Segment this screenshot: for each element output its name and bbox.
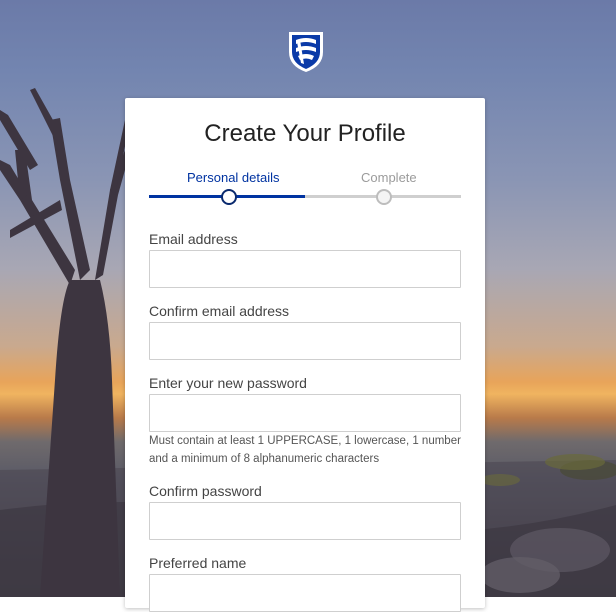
- new-password-label: Enter your new password: [149, 375, 307, 391]
- shield-logo-icon: [289, 32, 323, 72]
- preferred-name-label: Preferred name: [149, 555, 247, 571]
- create-profile-card: Create Your Profile Personal details Com…: [125, 98, 485, 612]
- preferred-name-input[interactable]: [149, 574, 461, 612]
- password-hint: Must contain at least 1 UPPERCASE, 1 low…: [149, 435, 461, 465]
- step-personal-details-label: Personal details: [187, 170, 280, 185]
- email-input[interactable]: [149, 250, 461, 288]
- page-title: Create Your Profile: [204, 120, 406, 147]
- step-complete-label: Complete: [361, 170, 417, 185]
- email-label: Email address: [149, 231, 238, 247]
- step-complete-indicator: [376, 189, 392, 205]
- confirm-email-label: Confirm email address: [149, 303, 290, 319]
- new-password-input[interactable]: [149, 394, 461, 432]
- step-personal-details-indicator: [221, 189, 237, 205]
- confirm-password-input[interactable]: [149, 502, 461, 540]
- confirm-password-label: Confirm password: [149, 483, 262, 499]
- confirm-email-input[interactable]: [149, 322, 461, 360]
